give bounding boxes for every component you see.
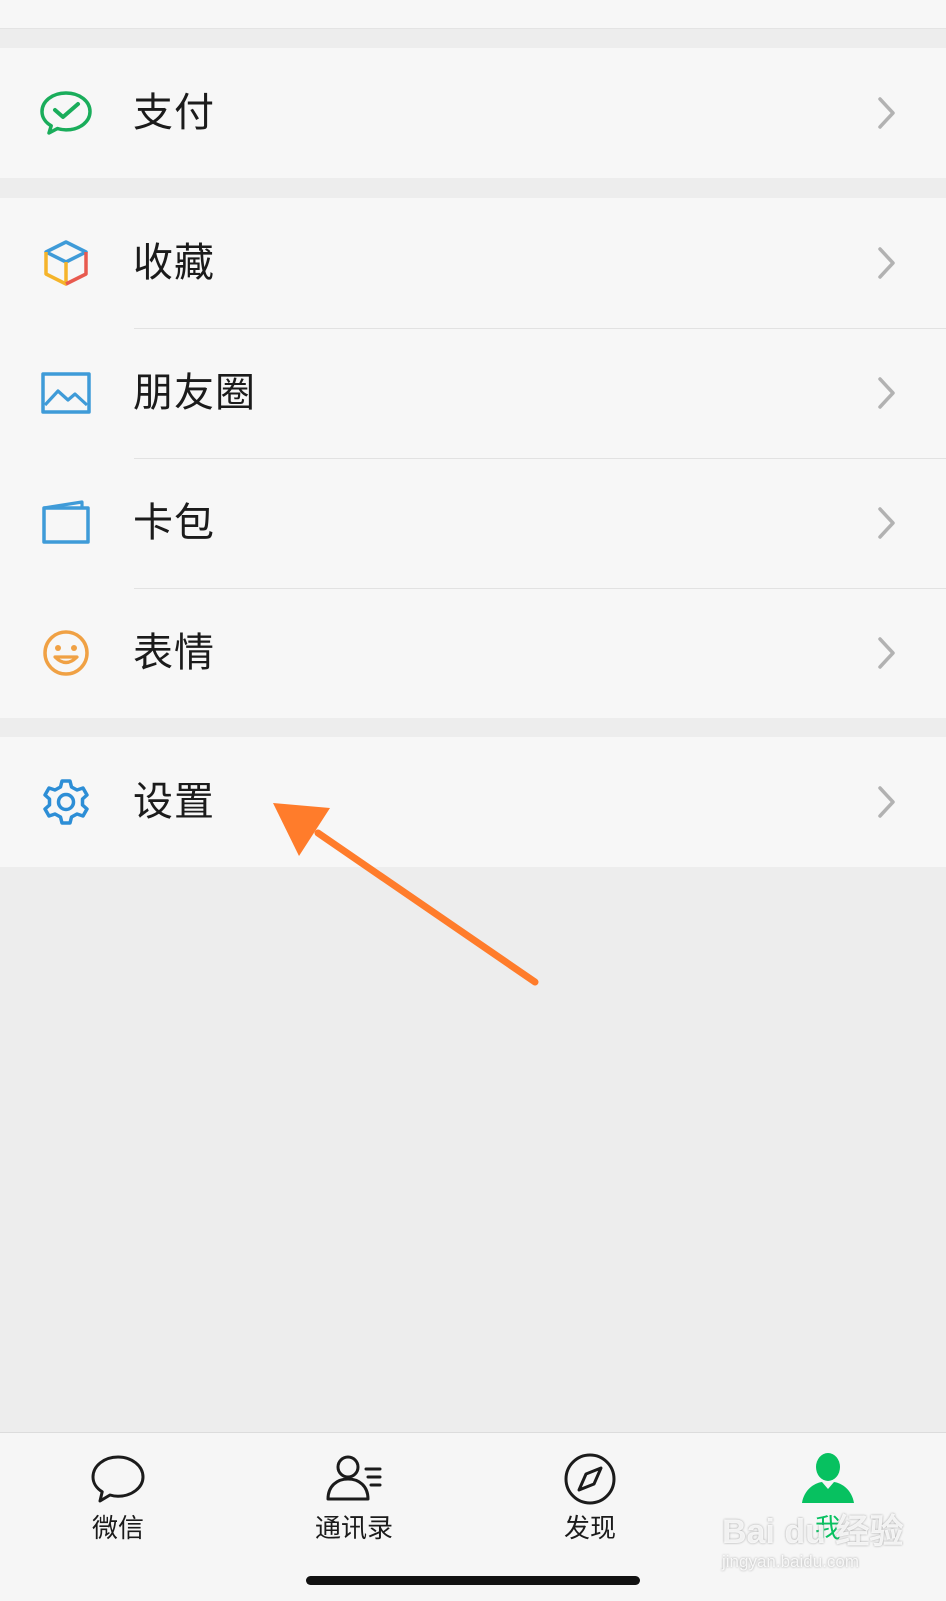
top-card-edge: [0, 0, 946, 29]
menu-item-moments[interactable]: 朋友圈: [0, 328, 946, 458]
gear-icon: [38, 778, 94, 826]
wechat-pay-icon: [38, 89, 94, 137]
menu-item-cards-label: 卡包: [133, 500, 215, 546]
card-wallet-icon: [38, 499, 94, 547]
home-indicator: [306, 1576, 640, 1585]
menu-group-settings: 设置: [0, 737, 946, 867]
tab-discover-label: 发现: [563, 1514, 616, 1544]
moments-picture-icon: [38, 369, 94, 417]
menu-item-pay[interactable]: 支付: [0, 48, 946, 178]
smiley-face-icon: [38, 629, 94, 677]
menu-item-stickers[interactable]: 表情: [0, 588, 946, 718]
menu-item-cards[interactable]: 卡包: [0, 458, 946, 588]
tab-contacts-label: 通讯录: [314, 1514, 393, 1544]
menu-group-pay: 支付: [0, 48, 946, 178]
tab-chats-label: 微信: [91, 1514, 144, 1544]
menu-item-settings-label: 设置: [133, 779, 215, 825]
watermark-main-text: Bai du 经验: [722, 1513, 904, 1551]
chevron-right-icon: [876, 784, 898, 820]
chevron-right-icon: [876, 95, 898, 131]
chevron-right-icon: [876, 245, 898, 281]
favorites-cube-icon: [38, 239, 94, 287]
baidu-watermark: Bai du 经验 jingyan.baidu.com: [722, 1512, 908, 1592]
menu-item-favorites[interactable]: 收藏: [0, 198, 946, 328]
tab-discover[interactable]: 发现: [520, 1451, 660, 1551]
chat-bubble-icon: [88, 1451, 148, 1507]
chevron-right-icon: [876, 375, 898, 411]
tab-chats[interactable]: 微信: [48, 1451, 188, 1551]
menu-item-pay-label: 支付: [133, 90, 215, 136]
menu-item-settings[interactable]: 设置: [0, 737, 946, 867]
tab-contacts[interactable]: 通讯录: [284, 1451, 424, 1551]
menu-item-moments-label: 朋友圈: [133, 370, 256, 416]
compass-icon: [560, 1451, 620, 1507]
menu-item-stickers-label: 表情: [133, 630, 215, 676]
menu-item-favorites-label: 收藏: [133, 240, 215, 286]
chevron-right-icon: [876, 635, 898, 671]
contacts-icon: [324, 1451, 384, 1507]
menu-group-content: 收藏 朋友圈 卡包 表情: [0, 198, 946, 718]
watermark-url-text: jingyan.baidu.com: [722, 1552, 860, 1571]
person-icon: [798, 1451, 858, 1507]
chevron-right-icon: [876, 505, 898, 541]
